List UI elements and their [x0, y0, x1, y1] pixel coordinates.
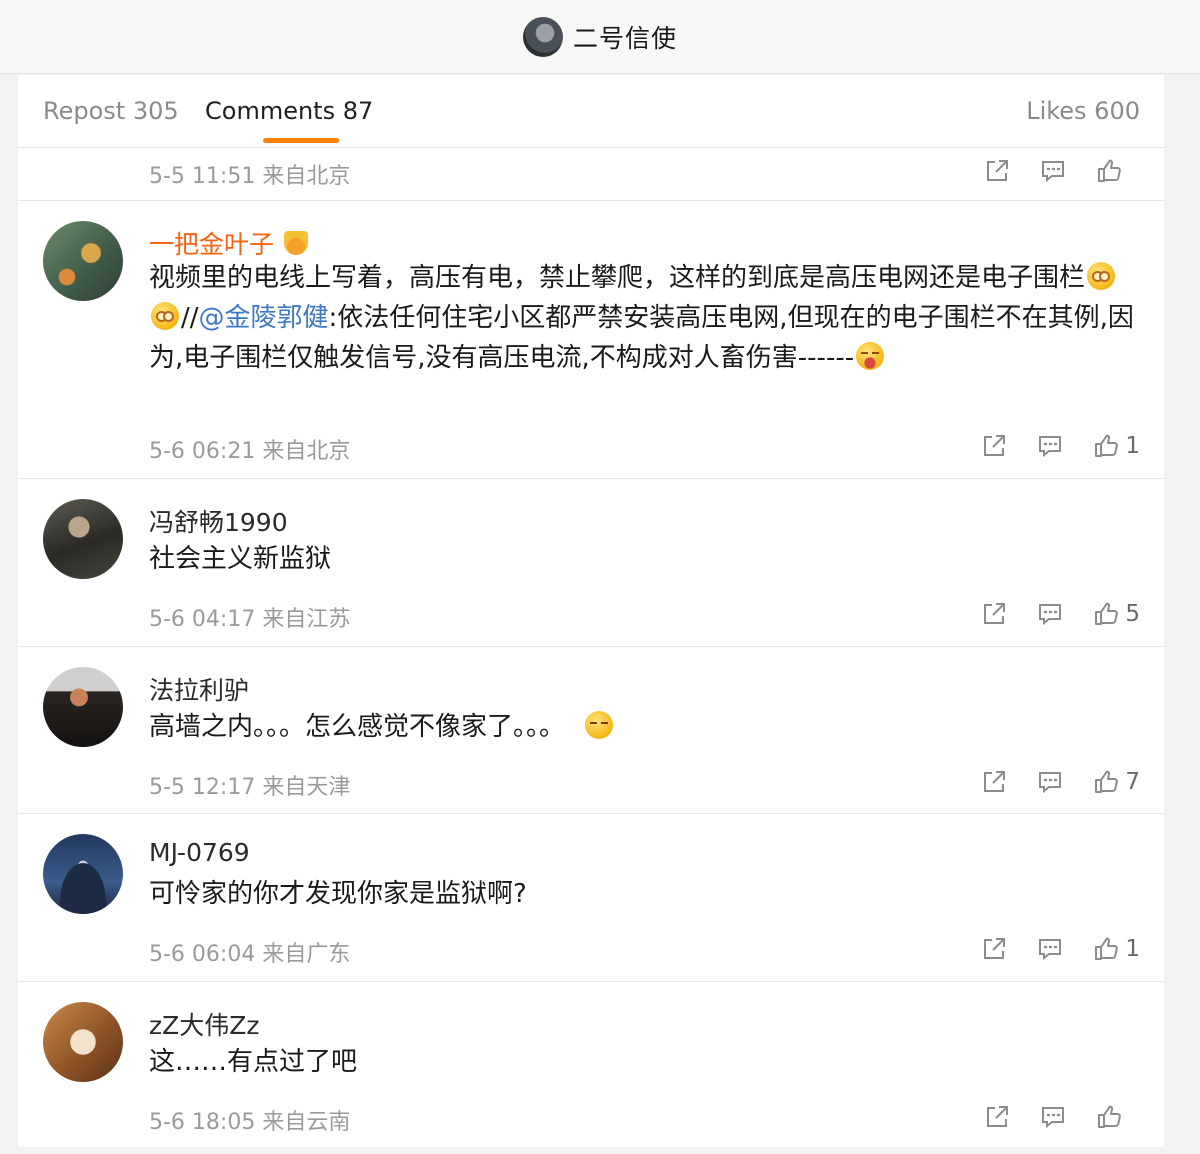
comment-username[interactable]: MJ-0769 — [149, 838, 250, 867]
comment-row: MJ-0769 可怜家的你才发现你家是监狱啊? 5-6 06:04 来自广东 1 — [18, 814, 1164, 982]
thumbs-up-icon — [1093, 601, 1119, 627]
active-tab-indicator — [263, 138, 339, 143]
comment-row-partial: 5-5 11:51 来自北京 — [18, 148, 1164, 201]
like-count: 1 — [1125, 433, 1140, 459]
comments-card: Repost 305 Comments 87 Likes 600 5-5 11:… — [18, 75, 1164, 1147]
comment-bubble-icon[interactable] — [1037, 769, 1063, 795]
share-out-icon[interactable] — [981, 601, 1007, 627]
thumbs-up-icon — [1093, 433, 1119, 459]
laughing-emoji-icon — [856, 342, 885, 370]
comment-actions: 1 — [981, 934, 1140, 964]
comment-bubble-icon[interactable] — [1040, 1104, 1066, 1130]
like-button[interactable]: 1 — [1093, 433, 1140, 459]
tab-repost[interactable]: Repost 305 — [43, 97, 179, 125]
comment-username[interactable]: 法拉利驴 — [149, 671, 249, 707]
comment-row: 冯舒畅1990 社会主义新监狱 5-6 04:17 来自江苏 5 — [18, 479, 1164, 647]
comment-row: 法拉利驴 高墙之内。。。怎么感觉不像家了。。。 5-5 12:17 来自天津 7 — [18, 647, 1164, 814]
avatar[interactable] — [43, 221, 123, 301]
comment-row: 一把金叶子 视频里的电线上写着，高压有电，禁止攀爬，这样的到底是高压电网还是电子… — [18, 201, 1164, 479]
mention-link[interactable]: @金陵郭健 — [199, 303, 329, 333]
comment-bubble-icon[interactable] — [1037, 433, 1063, 459]
share-out-icon[interactable] — [981, 936, 1007, 962]
share-out-icon[interactable] — [981, 769, 1007, 795]
comment-meta: 5-6 06:21 来自北京 — [149, 439, 351, 464]
astonished-emoji-icon — [1087, 262, 1116, 290]
share-out-icon[interactable] — [984, 1104, 1010, 1130]
comment-bubble-icon[interactable] — [1037, 601, 1063, 627]
comment-actions: 7 — [981, 767, 1140, 797]
comment-text: 高墙之内。。。怎么感觉不像家了。。。 — [149, 707, 1139, 747]
tab-bar: Repost 305 Comments 87 Likes 600 — [18, 75, 1164, 148]
thumbs-up-icon — [1096, 158, 1122, 184]
like-button[interactable]: 1 — [1093, 936, 1140, 962]
tab-comments[interactable]: Comments 87 — [205, 97, 373, 125]
thumbs-up-icon — [1096, 1104, 1122, 1130]
comment-text: 可怜家的你才发现你家是监狱啊? — [149, 879, 527, 909]
avatar[interactable] — [43, 499, 123, 579]
comment-row: zZ大伟Zz 这……有点过了吧 5-6 18:05 来自云南 — [18, 982, 1164, 1147]
comment-text: 社会主义新监狱 — [149, 544, 332, 574]
astonished-emoji-icon — [151, 302, 179, 330]
comment-text: 视频里的电线上写着，高压有电，禁止攀爬，这样的到底是高压电网还是电子围栏 //@金… — [149, 258, 1139, 378]
comment-bubble-icon[interactable] — [1037, 936, 1063, 962]
avatar[interactable] — [43, 667, 123, 747]
comment-meta: 5-6 18:05 来自云南 — [149, 1110, 351, 1135]
share-out-icon[interactable] — [984, 158, 1010, 184]
comment-actions — [984, 1102, 1140, 1132]
like-count: 7 — [1125, 769, 1140, 795]
comment-meta: 5-5 11:51 来自北京 — [149, 164, 351, 189]
header-title[interactable]: 二号信使 — [573, 19, 677, 55]
thumbs-up-icon — [1093, 936, 1119, 962]
comment-text-part1: 视频里的电线上写着，高压有电，禁止攀爬，这样的到底是高压电网还是电子围栏 — [149, 263, 1086, 293]
like-button[interactable] — [1096, 158, 1140, 184]
repost-separator: // — [181, 303, 199, 333]
comment-text: 这……有点过了吧 — [149, 1047, 358, 1077]
share-out-icon[interactable] — [981, 433, 1007, 459]
like-count: 5 — [1125, 601, 1140, 627]
like-button[interactable]: 7 — [1093, 769, 1140, 795]
comment-bubble-icon[interactable] — [1040, 158, 1066, 184]
comment-username[interactable]: zZ大伟Zz — [149, 1006, 260, 1042]
like-count: 1 — [1125, 936, 1140, 962]
comment-username[interactable]: 冯舒畅1990 — [149, 503, 288, 539]
comment-meta: 5-6 06:04 来自广东 — [149, 942, 351, 967]
header-avatar[interactable] — [522, 16, 563, 57]
comment-username[interactable]: 一把金叶子 — [149, 225, 310, 261]
avatar[interactable] — [43, 834, 123, 914]
username-text: 一把金叶子 — [149, 230, 275, 259]
comment-meta: 5-6 04:17 来自江苏 — [149, 607, 351, 632]
comment-actions — [984, 156, 1140, 186]
comment-actions: 1 — [981, 431, 1140, 461]
like-button[interactable] — [1096, 1104, 1140, 1130]
avatar[interactable] — [43, 1002, 123, 1082]
comment-meta: 5-5 12:17 来自天津 — [149, 775, 351, 800]
comment-text-body: 高墙之内。。。怎么感觉不像家了。。。 — [149, 712, 566, 742]
comment-actions: 5 — [981, 599, 1140, 629]
crown-badge-icon — [283, 231, 308, 255]
top-bar: 二号信使 — [0, 0, 1200, 74]
thumbs-up-icon — [1093, 769, 1119, 795]
tab-likes[interactable]: Likes 600 — [1026, 97, 1140, 125]
like-button[interactable]: 5 — [1093, 601, 1140, 627]
smirk-emoji-icon — [585, 711, 614, 739]
